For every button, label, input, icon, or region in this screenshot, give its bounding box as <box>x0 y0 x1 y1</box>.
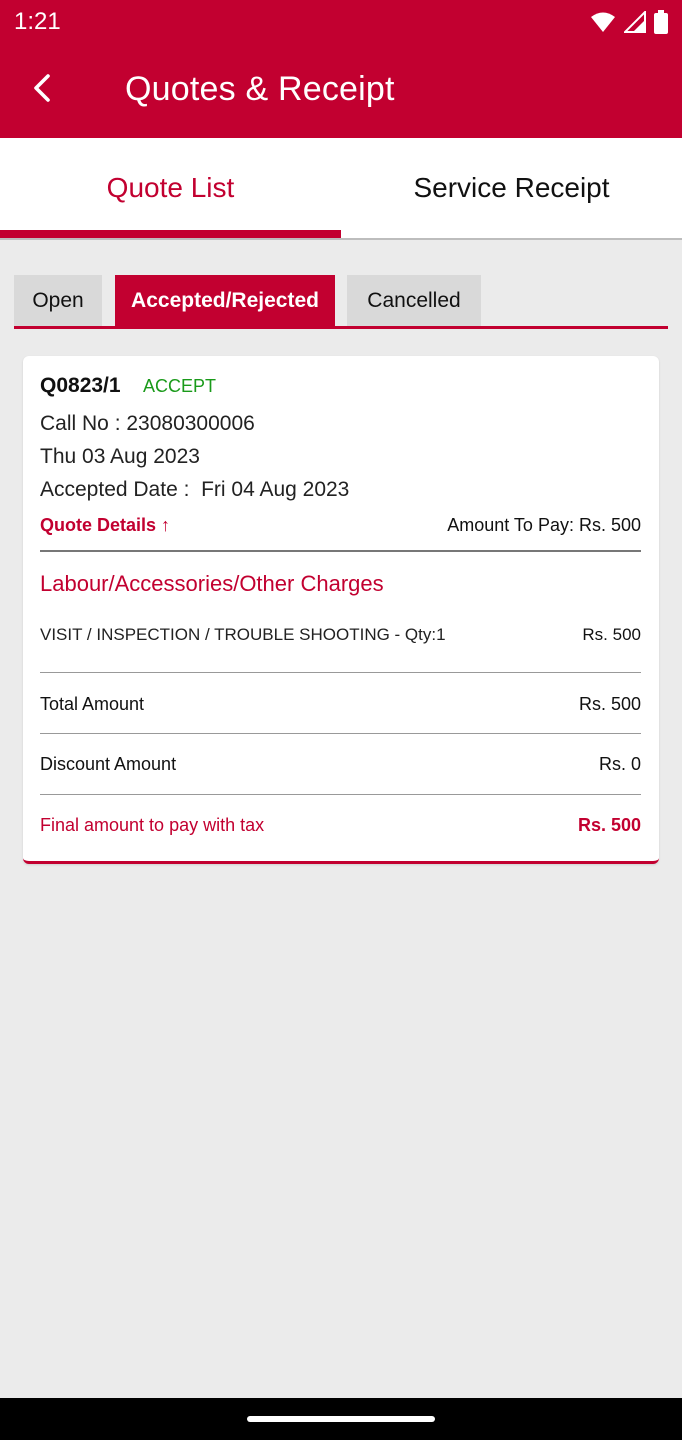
quote-details-toggle[interactable]: Quote Details ↑ <box>40 515 170 536</box>
quote-date: Thu 03 Aug 2023 <box>40 445 200 468</box>
line-item-description: VISIT / INSPECTION / TROUBLE SHOOTING - … <box>40 625 446 644</box>
status-icons <box>590 9 668 39</box>
tab-service-receipt[interactable]: Service Receipt <box>341 138 682 238</box>
battery-icon <box>654 10 668 39</box>
tab-indicator <box>0 230 341 238</box>
filter-tab-cancelled[interactable]: Cancelled <box>347 275 481 326</box>
chevron-left-icon <box>31 73 53 108</box>
wifi-icon <box>590 11 616 38</box>
home-gesture-handle[interactable] <box>247 1416 435 1422</box>
divider <box>40 672 641 673</box>
charges-heading: Labour/Accessories/Other Charges <box>40 571 384 596</box>
quote-number: Q0823/1 <box>40 374 121 397</box>
signal-icon <box>622 9 646 38</box>
filter-tab-open[interactable]: Open <box>14 275 102 326</box>
tab-quote-list[interactable]: Quote List <box>0 138 341 238</box>
accepted-date: Accepted Date : Fri 04 Aug 2023 <box>40 478 350 501</box>
total-amount-value: Rs. 500 <box>578 694 641 714</box>
divider <box>40 794 641 795</box>
page-title: Quotes & Receipt <box>125 70 395 108</box>
app-bar: Quotes & Receipt <box>0 44 682 138</box>
final-amount-value: Rs. 500 <box>577 815 641 835</box>
divider <box>40 550 641 552</box>
main-tabs: Quote List Service Receipt <box>0 138 682 240</box>
status-bar: 1:21 <box>0 0 682 44</box>
status-badge: ACCEPT <box>143 376 217 396</box>
system-nav-bar <box>0 1398 682 1440</box>
divider <box>40 733 641 734</box>
discount-amount-value: Rs. 0 <box>598 754 641 774</box>
line-item-amount: Rs. 500 <box>582 625 641 644</box>
status-time: 1:21 <box>14 8 61 35</box>
status-filter-tabs: Open Accepted/Rejected Cancelled <box>14 275 668 329</box>
filter-tab-accepted-rejected[interactable]: Accepted/Rejected <box>115 275 335 326</box>
discount-amount-label: Discount Amount <box>40 754 177 774</box>
call-number: Call No : 23080300006 <box>40 412 255 435</box>
total-amount-label: Total Amount <box>40 694 145 714</box>
amount-to-pay: Amount To Pay: Rs. 500 <box>447 515 641 535</box>
back-button[interactable] <box>22 70 62 110</box>
final-amount-label: Final amount to pay with tax <box>40 815 265 835</box>
quote-card: Q0823/1 ACCEPT Call No : 23080300006 Thu… <box>23 356 659 864</box>
